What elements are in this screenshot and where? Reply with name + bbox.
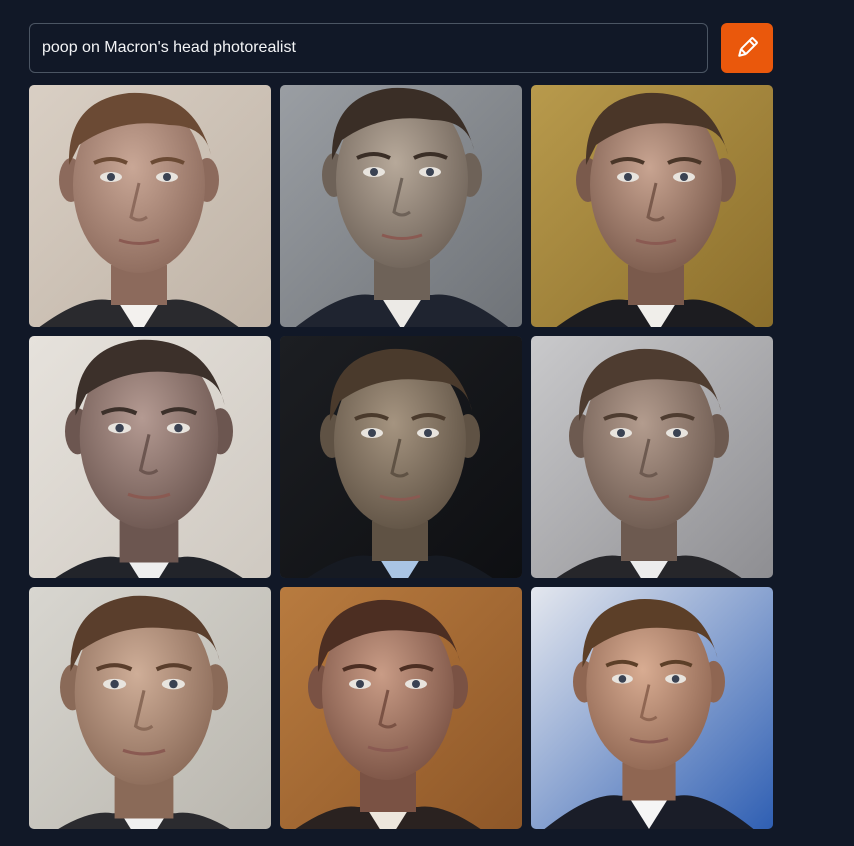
edit-prompt-button[interactable]	[721, 23, 773, 73]
pencil-icon	[738, 37, 758, 57]
prompt-row: poop on Macron's head photorealist	[29, 23, 773, 73]
result-image-4[interactable]	[29, 336, 271, 578]
result-image-7[interactable]	[29, 587, 271, 829]
image-generator-app: poop on Macron's head photorealist	[0, 0, 854, 846]
result-image-9[interactable]	[531, 587, 773, 829]
result-image-8[interactable]	[280, 587, 522, 829]
prompt-input[interactable]: poop on Macron's head photorealist	[29, 23, 708, 73]
result-image-1[interactable]	[29, 85, 271, 327]
result-image-5[interactable]	[280, 336, 522, 578]
result-image-6[interactable]	[531, 336, 773, 578]
result-image-3[interactable]	[531, 85, 773, 327]
results-grid	[29, 85, 773, 829]
result-image-2[interactable]	[280, 85, 522, 327]
